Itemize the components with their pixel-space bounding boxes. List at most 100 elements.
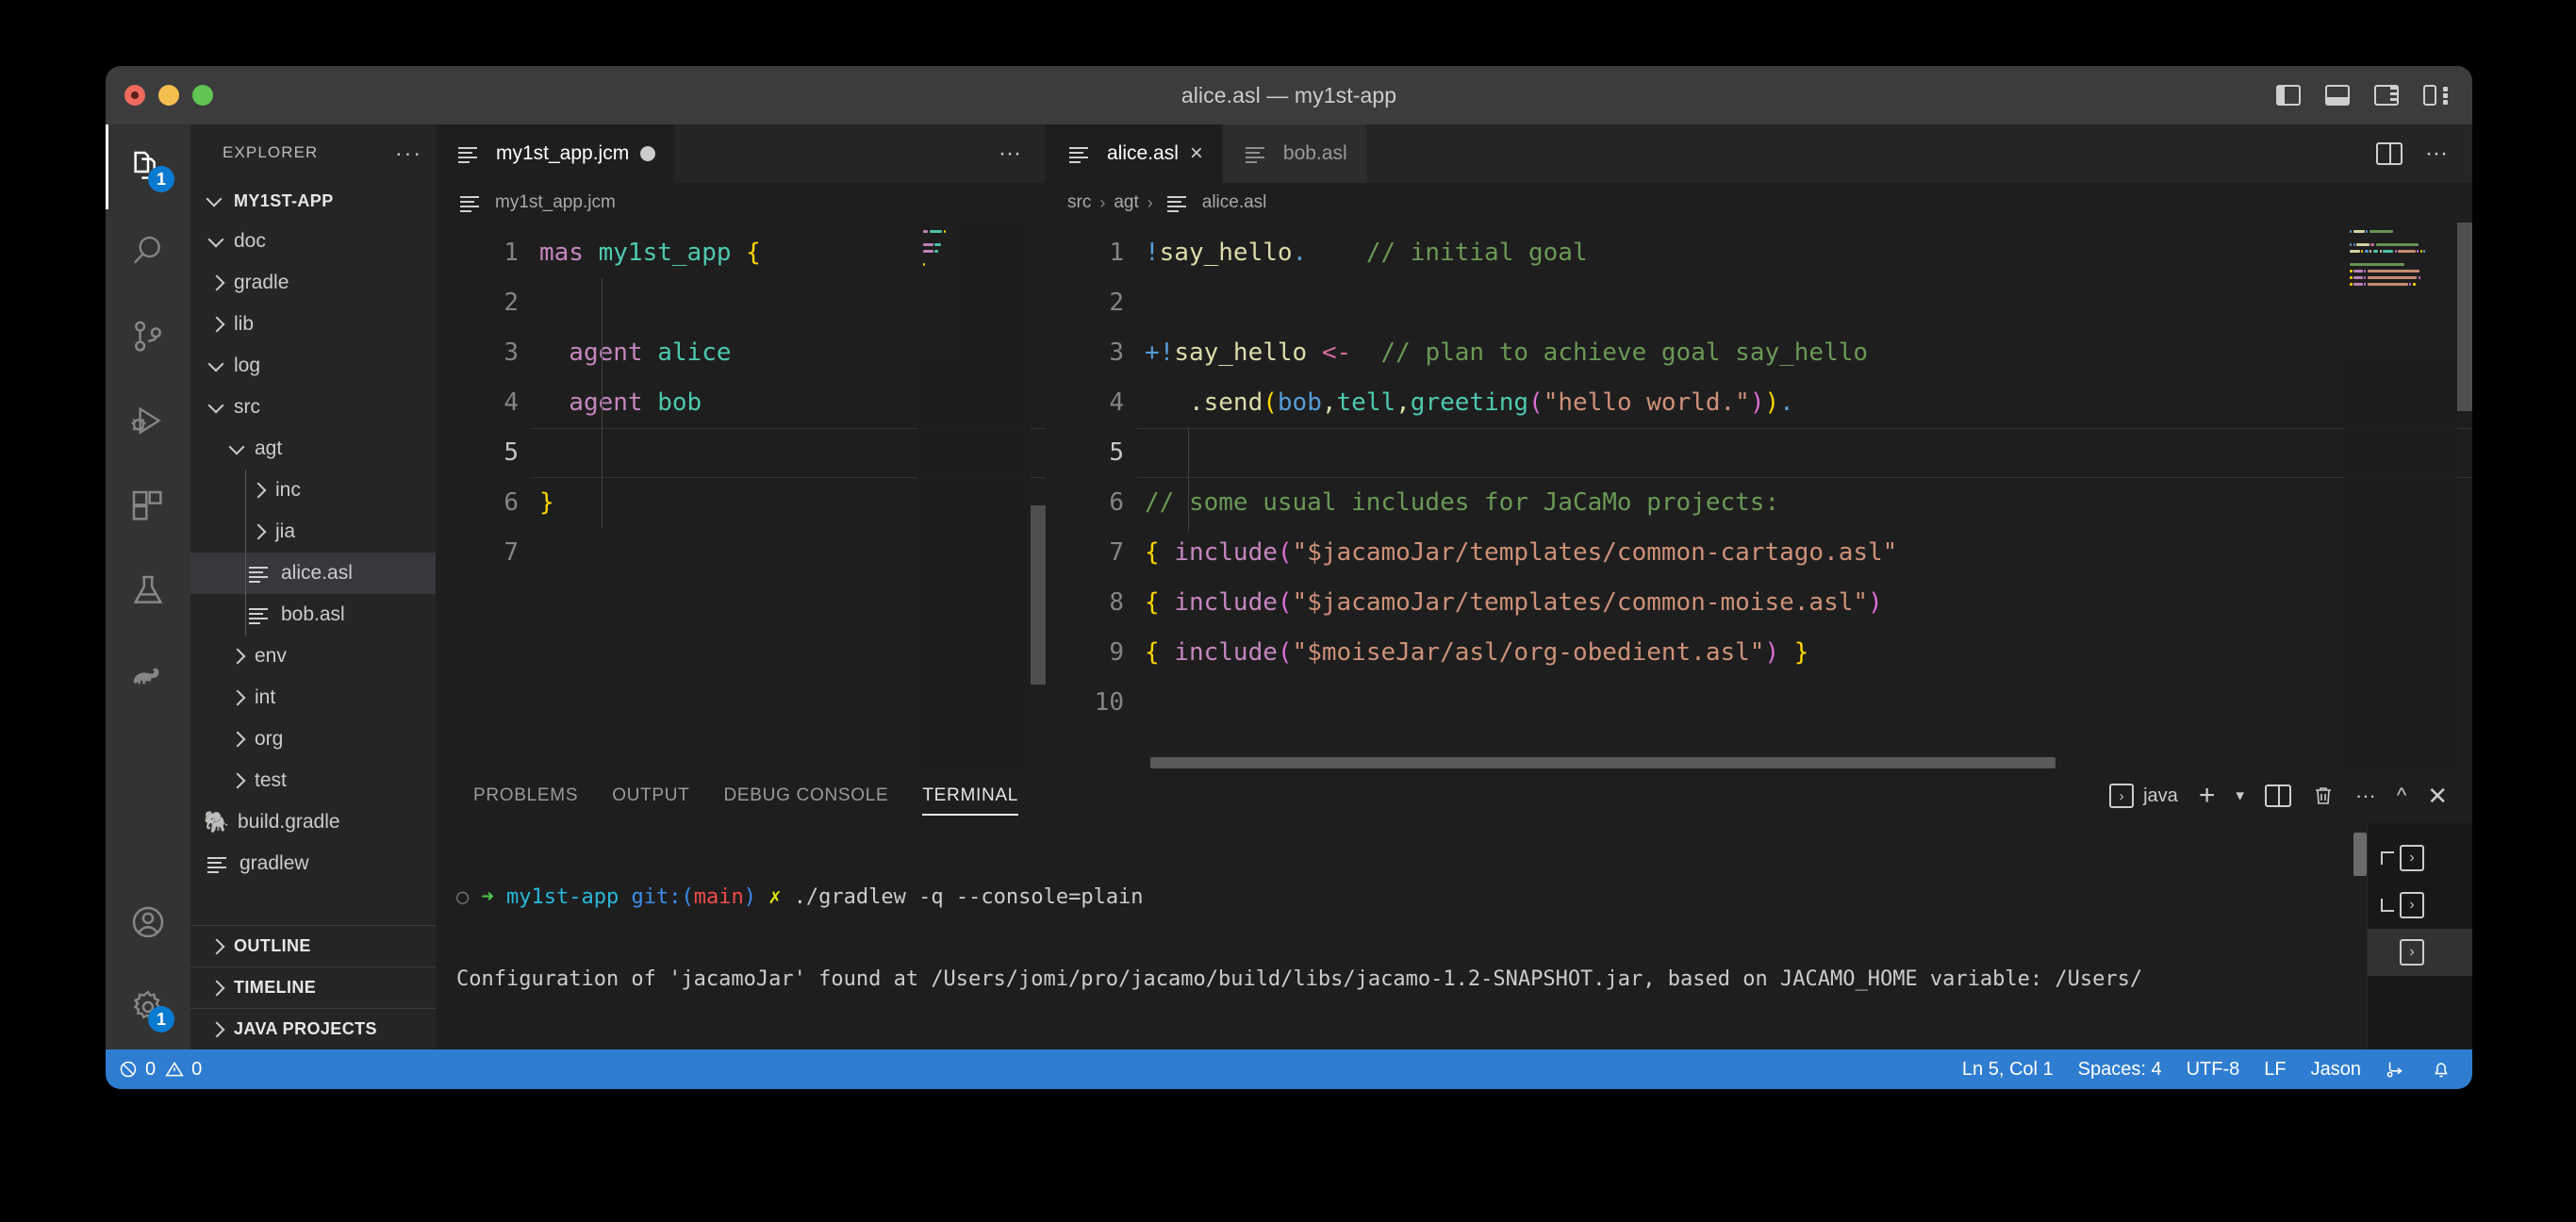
- minimap[interactable]: [917, 223, 1031, 768]
- more-actions-icon[interactable]: ···: [2355, 784, 2376, 808]
- code-editor-left[interactable]: 1 mas my1st_app {2 3 agent alice 4 agent bo…: [436, 223, 1046, 768]
- chevron-right-icon: [204, 271, 228, 295]
- tab-bob-asl[interactable]: bob.asl: [1222, 124, 1367, 183]
- activity-source-control[interactable]: [106, 294, 190, 379]
- new-terminal-icon[interactable]: +: [2199, 782, 2216, 810]
- kill-terminal-icon[interactable]: [2312, 784, 2335, 807]
- tree-item-agt[interactable]: agt: [190, 428, 436, 470]
- code-editor-right[interactable]: 1 !say_hello. // initial goal 2 3 +!say_hell…: [1047, 223, 2472, 768]
- code-token: .: [1779, 388, 1794, 417]
- tree-item-inc[interactable]: inc: [190, 470, 436, 511]
- horizontal-scrollbar[interactable]: [1150, 757, 2056, 768]
- breadcrumb-item[interactable]: agt: [1114, 192, 1138, 213]
- chevron-right-icon: [204, 934, 228, 959]
- tree-item-doc[interactable]: doc: [190, 221, 436, 262]
- terminal-scrollbar[interactable]: [2353, 833, 2367, 876]
- terminal-tab-active[interactable]: ›: [2368, 929, 2472, 976]
- tree-item-lib[interactable]: lib: [190, 304, 436, 345]
- sidebar-section-java-projects[interactable]: JAVA PROJECTS: [190, 1008, 436, 1049]
- chevron-down-icon[interactable]: ▾: [2236, 786, 2244, 805]
- close-panel-icon[interactable]: ✕: [2427, 782, 2448, 811]
- tree-item-bob-asl[interactable]: bob.asl: [190, 594, 436, 636]
- tree-item-env[interactable]: env: [190, 636, 436, 677]
- breadcrumb-right[interactable]: src › agt › alice.asl: [1047, 183, 2472, 223]
- code-token: bob: [657, 388, 702, 417]
- remote-icon[interactable]: [2386, 1059, 2406, 1080]
- minimap-line: [2353, 276, 2363, 279]
- close-window-button[interactable]: [124, 85, 145, 106]
- activity-testing[interactable]: [106, 549, 190, 634]
- prompt-dirty-flag: ✗: [768, 885, 782, 909]
- tab-output[interactable]: OUTPUT: [595, 768, 706, 823]
- terminal-selector[interactable]: › java: [2109, 784, 2178, 808]
- scrollbar-thumb[interactable]: [2457, 223, 2472, 411]
- minimap-line: [2350, 263, 2405, 266]
- activity-jacamo[interactable]: [106, 634, 190, 718]
- minimize-window-button[interactable]: [158, 85, 179, 106]
- activity-manage[interactable]: 1: [106, 965, 190, 1049]
- breadcrumb-item[interactable]: my1st_app.jcm: [495, 192, 616, 213]
- tree-item-log[interactable]: log: [190, 345, 436, 387]
- tab-label: alice.asl: [1107, 142, 1179, 164]
- tree-item-jia[interactable]: jia: [190, 511, 436, 553]
- zoom-window-button[interactable]: [192, 85, 213, 106]
- maximize-panel-icon[interactable]: ^: [2397, 784, 2406, 808]
- file-tree[interactable]: doc gradle lib log src agt inc jia alice.asl bob.…: [190, 221, 436, 925]
- code-token: bob: [1277, 388, 1322, 417]
- close-icon[interactable]: ×: [1190, 142, 1203, 165]
- tree-item-gradlew[interactable]: gradlew: [190, 843, 436, 884]
- breadcrumb-item[interactable]: src: [1067, 192, 1091, 213]
- scrollbar-thumb[interactable]: [1031, 505, 1046, 685]
- breadcrumb-item[interactable]: alice.asl: [1202, 192, 1267, 213]
- title-bar: alice.asl — my1st-app: [106, 66, 2472, 124]
- chevron-down-icon: [202, 189, 226, 213]
- activity-run-and-debug[interactable]: [106, 379, 190, 464]
- status-eol[interactable]: LF: [2264, 1059, 2286, 1081]
- minimap-line: [2372, 250, 2379, 253]
- breadcrumb-left[interactable]: my1st_app.jcm: [436, 183, 1046, 223]
- workspace-root-row[interactable]: MY1ST-APP: [190, 181, 436, 221]
- tree-item-src[interactable]: src: [190, 387, 436, 428]
- tree-item-org[interactable]: org: [190, 718, 436, 760]
- tab-alice-asl[interactable]: alice.asl ×: [1047, 124, 1223, 183]
- customize-layout-icon[interactable]: [2423, 85, 2448, 106]
- minimap[interactable]: [2344, 223, 2457, 768]
- tab-terminal[interactable]: TERMINAL: [905, 768, 1035, 823]
- status-encoding[interactable]: UTF-8: [2187, 1059, 2240, 1081]
- sidebar-more-actions-icon[interactable]: ···: [395, 140, 422, 166]
- tree-item-test[interactable]: test: [190, 760, 436, 801]
- status-indentation[interactable]: Spaces: 4: [2078, 1059, 2162, 1081]
- toggle-panel-icon[interactable]: [2325, 85, 2350, 106]
- status-cursor-position[interactable]: Ln 5, Col 1: [1962, 1059, 2054, 1081]
- activity-accounts[interactable]: [106, 880, 190, 965]
- sidebar-section-outline[interactable]: OUTLINE: [190, 925, 436, 966]
- status-warnings[interactable]: 0: [165, 1059, 202, 1081]
- tab-debug-console[interactable]: DEBUG CONSOLE: [707, 768, 906, 823]
- tab-my1st-app-jcm[interactable]: my1st_app.jcm: [436, 124, 676, 183]
- tree-item-gradle[interactable]: gradle: [190, 262, 436, 304]
- more-actions-icon[interactable]: ···: [999, 140, 1021, 167]
- status-errors[interactable]: 0: [119, 1059, 156, 1081]
- sidebar-section-timeline[interactable]: TIMELINE: [190, 966, 436, 1008]
- prompt-status: ○: [456, 885, 470, 909]
- split-terminal-icon[interactable]: [2264, 784, 2291, 807]
- terminal-tab[interactable]: ›: [2368, 882, 2472, 929]
- bell-icon[interactable]: [2431, 1059, 2452, 1080]
- activity-extensions[interactable]: [106, 464, 190, 549]
- terminal-output[interactable]: ○ ➜ my1st-app git:(main) ✗ ./gradlew -q …: [436, 823, 2367, 1049]
- toggle-secondary-sidebar-icon[interactable]: [2374, 85, 2399, 106]
- tab-problems[interactable]: PROBLEMS: [456, 768, 595, 823]
- more-actions-icon[interactable]: ···: [2425, 140, 2448, 167]
- minimap-line: [943, 230, 946, 233]
- toggle-primary-sidebar-icon[interactable]: [2276, 85, 2301, 106]
- activity-search[interactable]: [106, 209, 190, 294]
- tree-item-label: inc: [275, 479, 301, 501]
- activity-explorer[interactable]: 1: [106, 124, 190, 209]
- minimap-line: [2418, 276, 2420, 279]
- tree-item-alice-asl[interactable]: alice.asl: [190, 553, 436, 594]
- split-editor-icon[interactable]: [2376, 142, 2403, 165]
- tree-item-build-gradle[interactable]: 🐘 build.gradle: [190, 801, 436, 843]
- terminal-tab[interactable]: ›: [2368, 834, 2472, 882]
- tree-item-int[interactable]: int: [190, 677, 436, 718]
- status-language-mode[interactable]: Jason: [2311, 1059, 2361, 1081]
